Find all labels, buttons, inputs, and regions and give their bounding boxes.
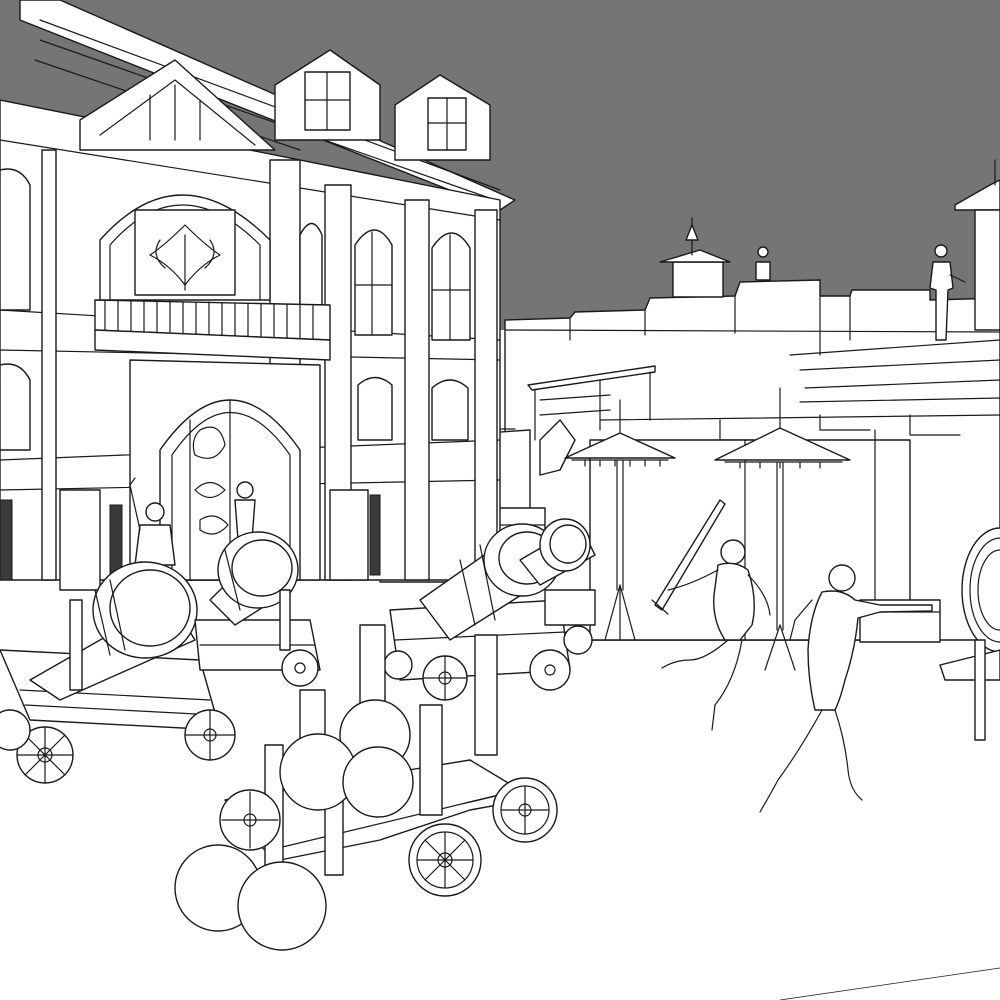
scene-canvas xyxy=(0,0,1000,1000)
loose-cannonball xyxy=(237,861,327,951)
cannonball xyxy=(342,746,414,818)
courtyard-scene xyxy=(0,0,1000,1000)
balcony xyxy=(94,299,331,361)
balcony-figure-right xyxy=(234,481,256,541)
wall-sentry-small xyxy=(755,246,771,281)
